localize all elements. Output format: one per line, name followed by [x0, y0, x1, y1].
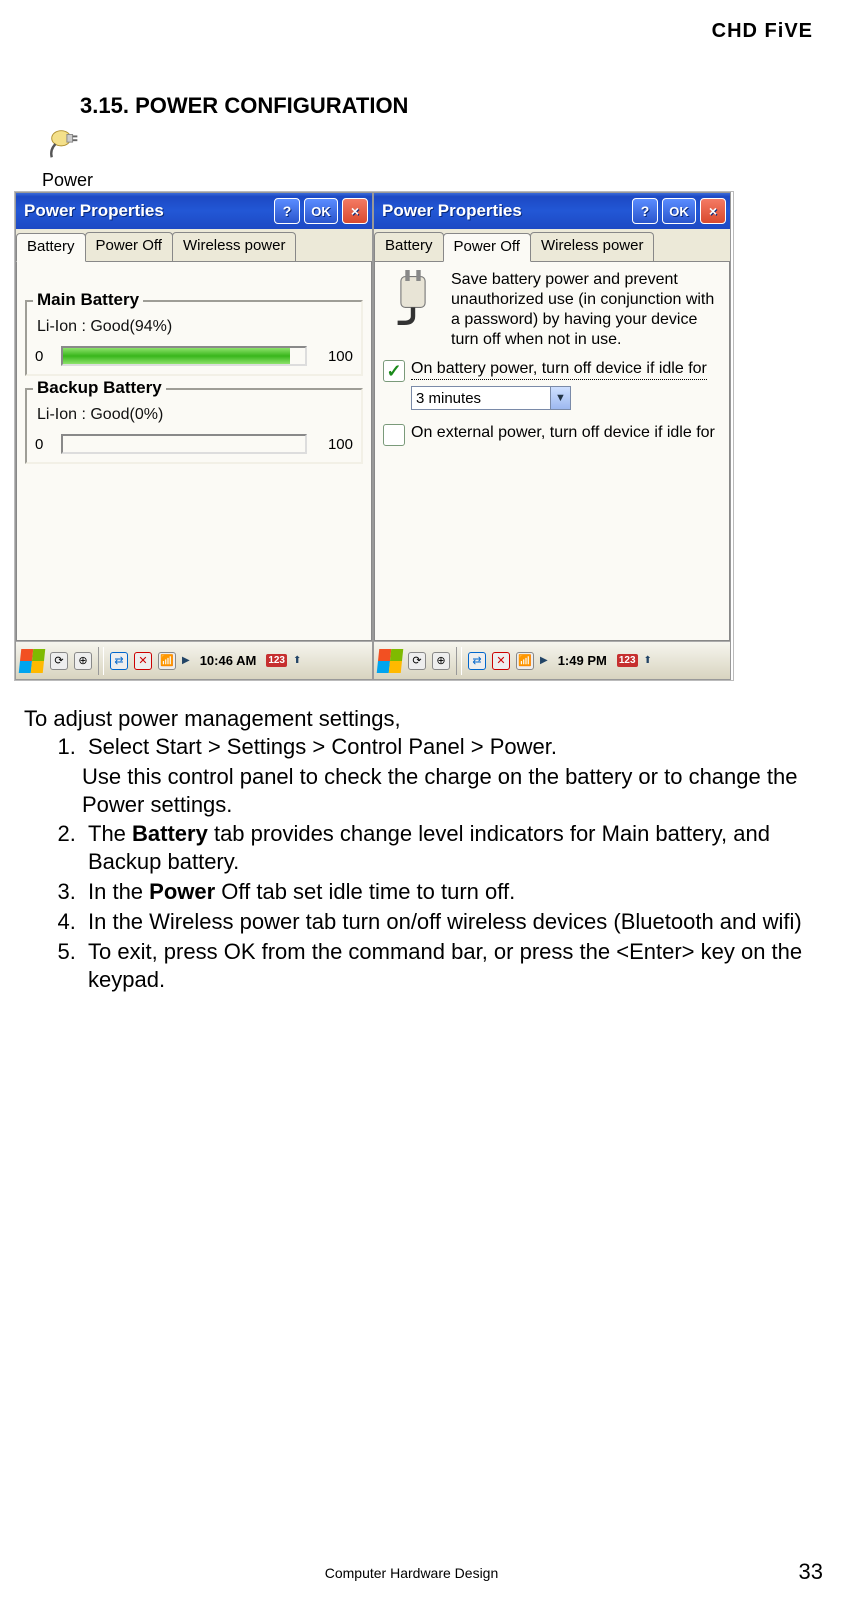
chevron-down-icon: ▼ [550, 387, 570, 409]
tab-wireless-power[interactable]: Wireless power [530, 232, 655, 261]
external-idle-checkbox[interactable] [383, 424, 405, 446]
close-button[interactable]: × [342, 198, 368, 224]
backup-battery-status: Li-Ion : Good(0%) [37, 406, 351, 424]
power-properties-window-poweroff: Power Properties ? OK × Battery Power Of… [373, 192, 731, 680]
main-battery-group: Main Battery Li-Ion : Good(94%) 0 100 [25, 300, 363, 376]
external-idle-label: On external power, turn off device if id… [411, 424, 715, 443]
up-icon[interactable]: ⬆ [644, 655, 652, 666]
backup-battery-group: Backup Battery Li-Ion : Good(0%) 0 100 [25, 388, 363, 464]
power-properties-window-battery: Power Properties ? OK × Battery Power Of… [15, 192, 373, 680]
help-button[interactable]: ? [274, 198, 300, 224]
sync-icon[interactable]: ⇄ [110, 652, 128, 670]
main-battery-progress [61, 346, 307, 366]
power-plug-icon [46, 125, 84, 163]
ok-button[interactable]: OK [662, 198, 696, 224]
expand-icon[interactable]: ▶ [182, 655, 190, 666]
instructions: To adjust power management settings, Sel… [24, 705, 809, 995]
screenshots-row: Power Properties ? OK × Battery Power Of… [14, 191, 734, 681]
poweroff-description: Save battery power and prevent unauthori… [451, 270, 721, 350]
start-icon[interactable] [377, 649, 404, 673]
disconnect-icon[interactable]: ✕ [134, 652, 152, 670]
main-max: 100 [313, 348, 353, 365]
section-title: 3.15. POWER CONFIGURATION [80, 93, 823, 119]
footer: Computer Hardware Design 33 [0, 1565, 823, 1581]
page-number: 33 [799, 1559, 823, 1585]
titlebar: Power Properties ? OK × [374, 193, 730, 229]
tabs: Battery Power Off Wireless power [16, 229, 372, 261]
backup-min: 0 [35, 436, 55, 453]
clock: 10:46 AM [200, 653, 257, 668]
brand-header: CHD FiVE [10, 20, 813, 43]
idle-duration-combo[interactable]: 3 minutes ▼ [411, 386, 571, 410]
intro-line: To adjust power management settings, [24, 705, 809, 733]
window-title: Power Properties [24, 201, 270, 221]
power-icon-label: Power [42, 170, 823, 191]
backup-battery-legend: Backup Battery [33, 378, 166, 398]
main-min: 0 [35, 348, 55, 365]
plug-icon [383, 270, 443, 338]
taskbar: ⟳ ⊕ ⇄ ✕ 📶 ▶ 10:46 AM 123 ⬆ [16, 641, 372, 679]
step-3: In the Power Off tab set idle time to tu… [82, 878, 809, 906]
backup-max: 100 [313, 436, 353, 453]
tabs: Battery Power Off Wireless power [374, 229, 730, 261]
tab-power-off[interactable]: Power Off [443, 233, 531, 262]
signal-icon[interactable]: 📶 [158, 652, 176, 670]
expand-icon[interactable]: ▶ [540, 655, 548, 666]
ok-button[interactable]: OK [304, 198, 338, 224]
signal-icon[interactable]: 📶 [516, 652, 534, 670]
start-icon[interactable] [19, 649, 46, 673]
battery-idle-checkbox[interactable]: ✓ [383, 360, 405, 382]
help-button[interactable]: ? [632, 198, 658, 224]
taskbar: ⟳ ⊕ ⇄ ✕ 📶 ▶ 1:49 PM 123 ⬆ [374, 641, 730, 679]
backup-battery-progress [61, 434, 307, 454]
battery-idle-label: On battery power, turn off device if idl… [411, 360, 707, 380]
combo-value: 3 minutes [416, 390, 481, 407]
tray-icon[interactable]: ⊕ [432, 652, 450, 670]
step-2: The Battery tab provides change level in… [82, 820, 809, 876]
tab-wireless-power[interactable]: Wireless power [172, 232, 297, 261]
tray-icon[interactable]: ⊕ [74, 652, 92, 670]
tab-battery[interactable]: Battery [16, 233, 86, 262]
close-button[interactable]: × [700, 198, 726, 224]
disconnect-icon[interactable]: ✕ [492, 652, 510, 670]
window-title: Power Properties [382, 201, 628, 221]
sip-icon[interactable]: 123 [266, 654, 287, 667]
tab-power-off[interactable]: Power Off [85, 232, 173, 261]
titlebar: Power Properties ? OK × [16, 193, 372, 229]
clock: 1:49 PM [558, 653, 607, 668]
tab-battery[interactable]: Battery [374, 232, 444, 261]
main-battery-legend: Main Battery [33, 290, 143, 310]
tray-icon[interactable]: ⟳ [50, 652, 68, 670]
separator-icon [456, 647, 462, 675]
step-1-sub: Use this control panel to check the char… [82, 763, 809, 819]
up-icon[interactable]: ⬆ [293, 655, 301, 666]
step-5: To exit, press OK from the command bar, … [82, 938, 809, 994]
tray-icon[interactable]: ⟳ [408, 652, 426, 670]
main-battery-status: Li-Ion : Good(94%) [37, 318, 351, 336]
sync-icon[interactable]: ⇄ [468, 652, 486, 670]
separator-icon [98, 647, 104, 675]
footer-center: Computer Hardware Design [325, 1565, 499, 1581]
step-4: In the Wireless power tab turn on/off wi… [82, 908, 809, 936]
sip-icon[interactable]: 123 [617, 654, 638, 667]
step-1: Select Start > Settings > Control Panel … [82, 733, 809, 761]
